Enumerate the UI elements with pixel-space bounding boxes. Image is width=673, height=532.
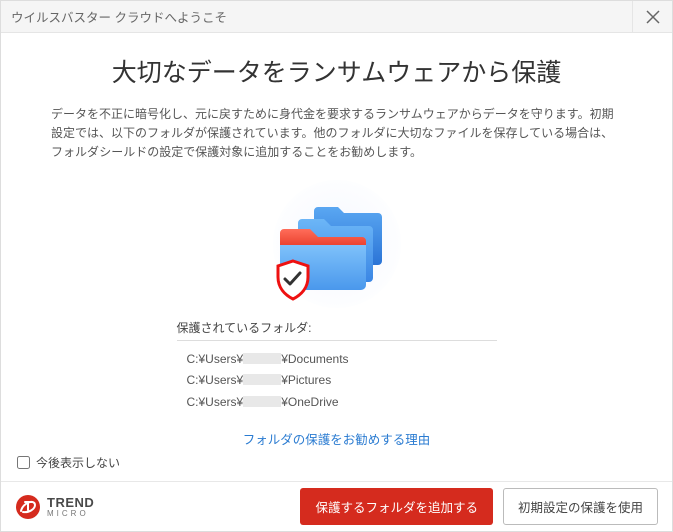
list-item: C:¥Users¥ ¥Pictures: [187, 370, 497, 392]
redacted-username: [243, 374, 281, 385]
list-item: C:¥Users¥ ¥OneDrive: [187, 392, 497, 414]
why-protect-link[interactable]: フォルダの保護をお勧めする理由: [51, 429, 622, 448]
protected-folders-section: 保護されているフォルダ: C:¥Users¥ ¥Documents C:¥User…: [177, 319, 497, 414]
folder-path-suffix: ¥OneDrive: [281, 395, 338, 409]
protected-folders-label: 保護されているフォルダ:: [177, 319, 497, 341]
trendmicro-icon: [15, 494, 41, 520]
close-icon: [646, 10, 660, 24]
folder-path-suffix: ¥Pictures: [281, 373, 331, 387]
titlebar: ウイルスバスター クラウドへようこそ: [1, 1, 672, 33]
folder-shield-illustration: [51, 179, 622, 309]
redacted-username: [243, 396, 281, 407]
redacted-username: [243, 353, 281, 364]
brand-logo: TREND MICRO: [15, 494, 300, 520]
folders-icon: [262, 179, 412, 309]
dont-show-checkbox[interactable]: [17, 456, 30, 469]
dialog-window: ウイルスバスター クラウドへようこそ 大切なデータをランサムウェアから保護 デー…: [0, 0, 673, 532]
footer: TREND MICRO 保護するフォルダを追加する 初期設定の保護を使用: [1, 481, 672, 531]
brand-name: TREND: [47, 495, 94, 510]
brand-text: TREND MICRO: [47, 495, 94, 518]
folder-path-prefix: C:¥Users¥: [187, 395, 244, 409]
add-protected-folder-button[interactable]: 保護するフォルダを追加する: [300, 488, 493, 525]
footer-buttons: 保護するフォルダを追加する 初期設定の保護を使用: [300, 488, 658, 525]
brand-sub: MICRO: [47, 510, 94, 518]
list-item: C:¥Users¥ ¥Documents: [187, 349, 497, 371]
window-title: ウイルスバスター クラウドへようこそ: [11, 7, 632, 26]
protected-folders-list: C:¥Users¥ ¥Documents C:¥Users¥ ¥Pictures C…: [177, 349, 497, 414]
dont-show-row: 今後表示しない: [1, 450, 672, 481]
description-text: データを不正に暗号化し、元に戻すために身代金を要求するランサムウェアからデータを…: [51, 105, 622, 163]
page-title: 大切なデータをランサムウェアから保護: [51, 53, 622, 89]
content-area: 大切なデータをランサムウェアから保護 データを不正に暗号化し、元に戻すために身代…: [1, 33, 672, 450]
use-default-protection-button[interactable]: 初期設定の保護を使用: [503, 488, 658, 525]
folder-path-suffix: ¥Documents: [281, 352, 348, 366]
dont-show-label[interactable]: 今後表示しない: [36, 454, 120, 471]
folder-path-prefix: C:¥Users¥: [187, 352, 244, 366]
close-button[interactable]: [632, 1, 672, 33]
folder-path-prefix: C:¥Users¥: [187, 373, 244, 387]
